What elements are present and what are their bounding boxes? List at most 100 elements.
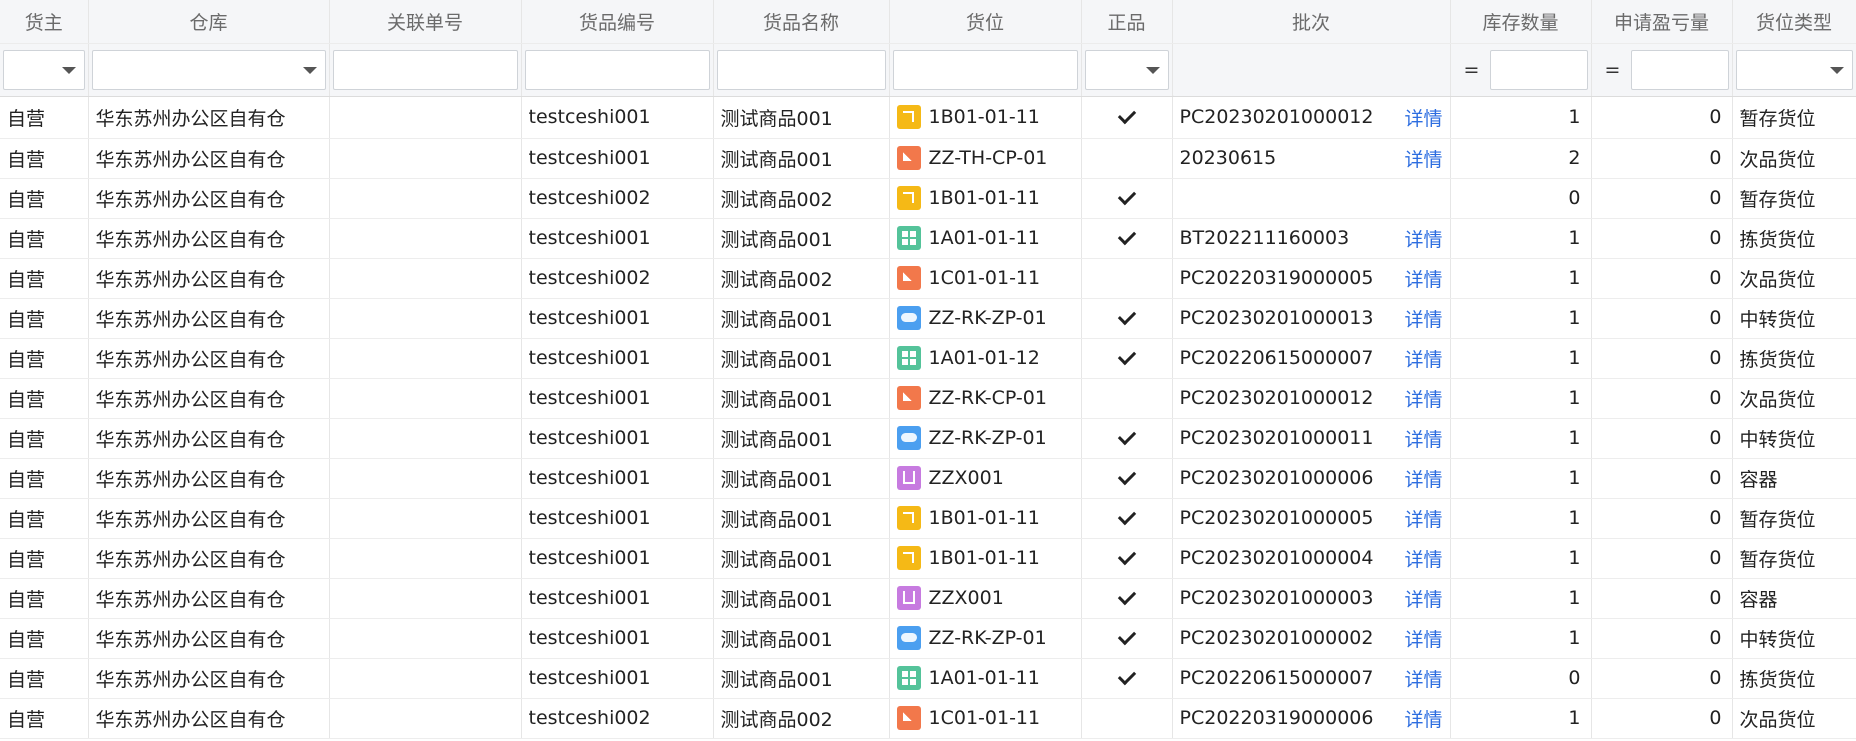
col-header-location-type[interactable]: 货位类型 <box>1732 0 1856 44</box>
detail-link[interactable]: 详情 <box>1404 145 1442 172</box>
table-row[interactable]: 自营 华东苏州办公区自有仓 testceshi001 测试商品001 1B01-01-1… <box>0 538 1856 579</box>
cell-location-type: 中转货位 <box>1732 418 1856 459</box>
batch-number: 20230615 <box>1179 147 1277 169</box>
col-header-stock-qty[interactable]: 库存数量 <box>1450 0 1592 44</box>
check-icon <box>1117 546 1136 566</box>
col-header-item-code[interactable]: 货品编号 <box>521 0 714 44</box>
filter-stock-qty[interactable]: = <box>1450 43 1592 97</box>
cell-location-type: 中转货位 <box>1732 618 1856 659</box>
cell-item-name: 测试商品001 <box>713 458 890 499</box>
cell-genuine <box>1081 96 1173 139</box>
detail-link[interactable]: 详情 <box>1404 665 1442 692</box>
filter-apply-qty[interactable]: = <box>1591 43 1733 97</box>
table-row[interactable]: 自营 华东苏州办公区自有仓 testceshi001 测试商品001 ZZ-RK-ZP-… <box>0 618 1856 659</box>
cell-item-name: 测试商品001 <box>713 96 890 139</box>
location-code: 1B01-01-11 <box>928 106 1040 128</box>
detail-link[interactable]: 详情 <box>1404 225 1442 252</box>
filter-row: = = <box>0 43 1856 97</box>
location-code: ZZ-RK-ZP-01 <box>928 627 1047 649</box>
filter-location[interactable] <box>889 43 1082 97</box>
cell-item-name: 测试商品001 <box>713 138 890 179</box>
col-header-warehouse[interactable]: 仓库 <box>88 0 330 44</box>
table-row[interactable]: 自营 华东苏州办公区自有仓 testceshi001 测试商品001 ZZ-RK-CP-… <box>0 378 1856 419</box>
cell-warehouse: 华东苏州办公区自有仓 <box>88 538 330 579</box>
cell-item-code: testceshi001 <box>521 618 714 659</box>
cell-stock-qty: 1 <box>1450 618 1592 659</box>
detail-link[interactable]: 详情 <box>1404 265 1442 292</box>
detail-link[interactable]: 详情 <box>1404 425 1442 452</box>
col-header-ref-no[interactable]: 关联单号 <box>329 0 522 44</box>
cell-item-name: 测试商品002 <box>713 698 890 739</box>
filter-item-name[interactable] <box>713 43 890 97</box>
chevron-down-icon <box>1145 66 1160 74</box>
detail-link[interactable]: 详情 <box>1404 505 1442 532</box>
cell-apply-qty: 0 <box>1591 458 1733 499</box>
cell-owner: 自营 <box>0 618 89 659</box>
table-row[interactable]: 自营 华东苏州办公区自有仓 testceshi002 测试商品002 1C01-01-1… <box>0 258 1856 299</box>
cell-batch: PC20220319000006 详情 <box>1172 698 1451 739</box>
cell-ref-no <box>329 458 522 499</box>
table-row[interactable]: 自营 华东苏州办公区自有仓 testceshi001 测试商品001 ZZX001 PC2… <box>0 458 1856 499</box>
filter-genuine[interactable] <box>1081 43 1173 97</box>
operator-eq[interactable]: = <box>1454 50 1490 90</box>
table-row[interactable]: 自营 华东苏州办公区自有仓 testceshi001 测试商品001 1B01-01-1… <box>0 498 1856 539</box>
filter-ref-no[interactable] <box>329 43 522 97</box>
location-code: ZZ-RK-ZP-01 <box>928 427 1047 449</box>
operator-eq[interactable]: = <box>1595 50 1631 90</box>
table-row[interactable]: 自营 华东苏州办公区自有仓 testceshi001 测试商品001 ZZ-TH-CP-… <box>0 138 1856 179</box>
staging-location-icon <box>896 506 921 530</box>
cell-owner: 自营 <box>0 418 89 459</box>
table-row[interactable]: 自营 华东苏州办公区自有仓 testceshi001 测试商品001 ZZX001 PC2… <box>0 578 1856 619</box>
table-row[interactable]: 自营 华东苏州办公区自有仓 testceshi001 测试商品001 1A01-01-1… <box>0 218 1856 259</box>
sort-asc-icon[interactable] <box>1172 93 1178 95</box>
detail-link[interactable]: 详情 <box>1404 345 1442 372</box>
cell-location-type: 暂存货位 <box>1732 178 1856 219</box>
detail-link[interactable]: 详情 <box>1404 104 1442 131</box>
detail-link[interactable]: 详情 <box>1404 585 1442 612</box>
cell-item-code: testceshi001 <box>521 338 714 379</box>
cell-apply-qty: 0 <box>1591 218 1733 259</box>
table-row[interactable]: 自营 华东苏州办公区自有仓 testceshi002 测试商品002 1C01-01-1… <box>0 698 1856 739</box>
table-row[interactable]: 自营 华东苏州办公区自有仓 testceshi001 测试商品001 1A01-01-1… <box>0 658 1856 699</box>
table-row[interactable]: 自营 华东苏州办公区自有仓 testceshi001 测试商品001 ZZ-RK-ZP-… <box>0 418 1856 459</box>
defective-location-icon <box>896 266 921 290</box>
cell-stock-qty: 1 <box>1450 298 1592 339</box>
table-row[interactable]: 自营 华东苏州办公区自有仓 testceshi001 测试商品001 ZZ-RK-ZP-… <box>0 298 1856 339</box>
cell-warehouse: 华东苏州办公区自有仓 <box>88 658 330 699</box>
cell-genuine <box>1081 618 1173 659</box>
filter-owner[interactable] <box>0 43 89 97</box>
col-header-batch[interactable]: 批次 <box>1172 0 1451 44</box>
filter-warehouse[interactable] <box>88 43 330 97</box>
detail-link[interactable]: 详情 <box>1404 465 1442 492</box>
col-header-apply-qty[interactable]: 申请盈亏量 <box>1591 0 1733 44</box>
table-row[interactable]: 自营 华东苏州办公区自有仓 testceshi002 测试商品002 1B01-01-1… <box>0 178 1856 219</box>
check-icon <box>1117 666 1136 686</box>
detail-link[interactable]: 详情 <box>1404 545 1442 572</box>
cell-location: 1A01-01-11 <box>889 218 1082 259</box>
cell-location: ZZ-RK-ZP-01 <box>889 418 1082 459</box>
detail-link[interactable]: 详情 <box>1404 625 1442 652</box>
cell-genuine <box>1081 578 1173 619</box>
cell-stock-qty: 1 <box>1450 698 1592 739</box>
cell-owner: 自营 <box>0 658 89 699</box>
filter-location-type[interactable] <box>1732 43 1856 97</box>
col-header-owner[interactable]: 货主 <box>0 0 89 44</box>
table-body: 自营 华东苏州办公区自有仓 testceshi001 测试商品001 1B01-01-1… <box>0 96 1856 739</box>
detail-link[interactable]: 详情 <box>1404 705 1442 732</box>
cell-apply-qty: 0 <box>1591 338 1733 379</box>
table-row[interactable]: 自营 华东苏州办公区自有仓 testceshi001 测试商品001 1B01-01-1… <box>0 96 1856 139</box>
detail-link[interactable]: 详情 <box>1404 385 1442 412</box>
col-header-item-name[interactable]: 货品名称 <box>713 0 890 44</box>
cell-genuine <box>1081 698 1173 739</box>
col-header-location[interactable]: 货位 <box>889 0 1082 44</box>
table-row[interactable]: 自营 华东苏州办公区自有仓 testceshi001 测试商品001 1A01-01-1… <box>0 338 1856 379</box>
batch-number: PC20230201000004 <box>1179 547 1374 569</box>
cell-stock-qty: 1 <box>1450 218 1592 259</box>
filter-item-code[interactable] <box>521 43 714 97</box>
col-header-genuine[interactable]: 正品 <box>1081 0 1173 44</box>
detail-link[interactable]: 详情 <box>1404 305 1442 332</box>
cell-stock-qty: 1 <box>1450 418 1592 459</box>
defective-location-icon <box>896 706 921 730</box>
cell-genuine <box>1081 218 1173 259</box>
cell-location: ZZ-RK-ZP-01 <box>889 618 1082 659</box>
